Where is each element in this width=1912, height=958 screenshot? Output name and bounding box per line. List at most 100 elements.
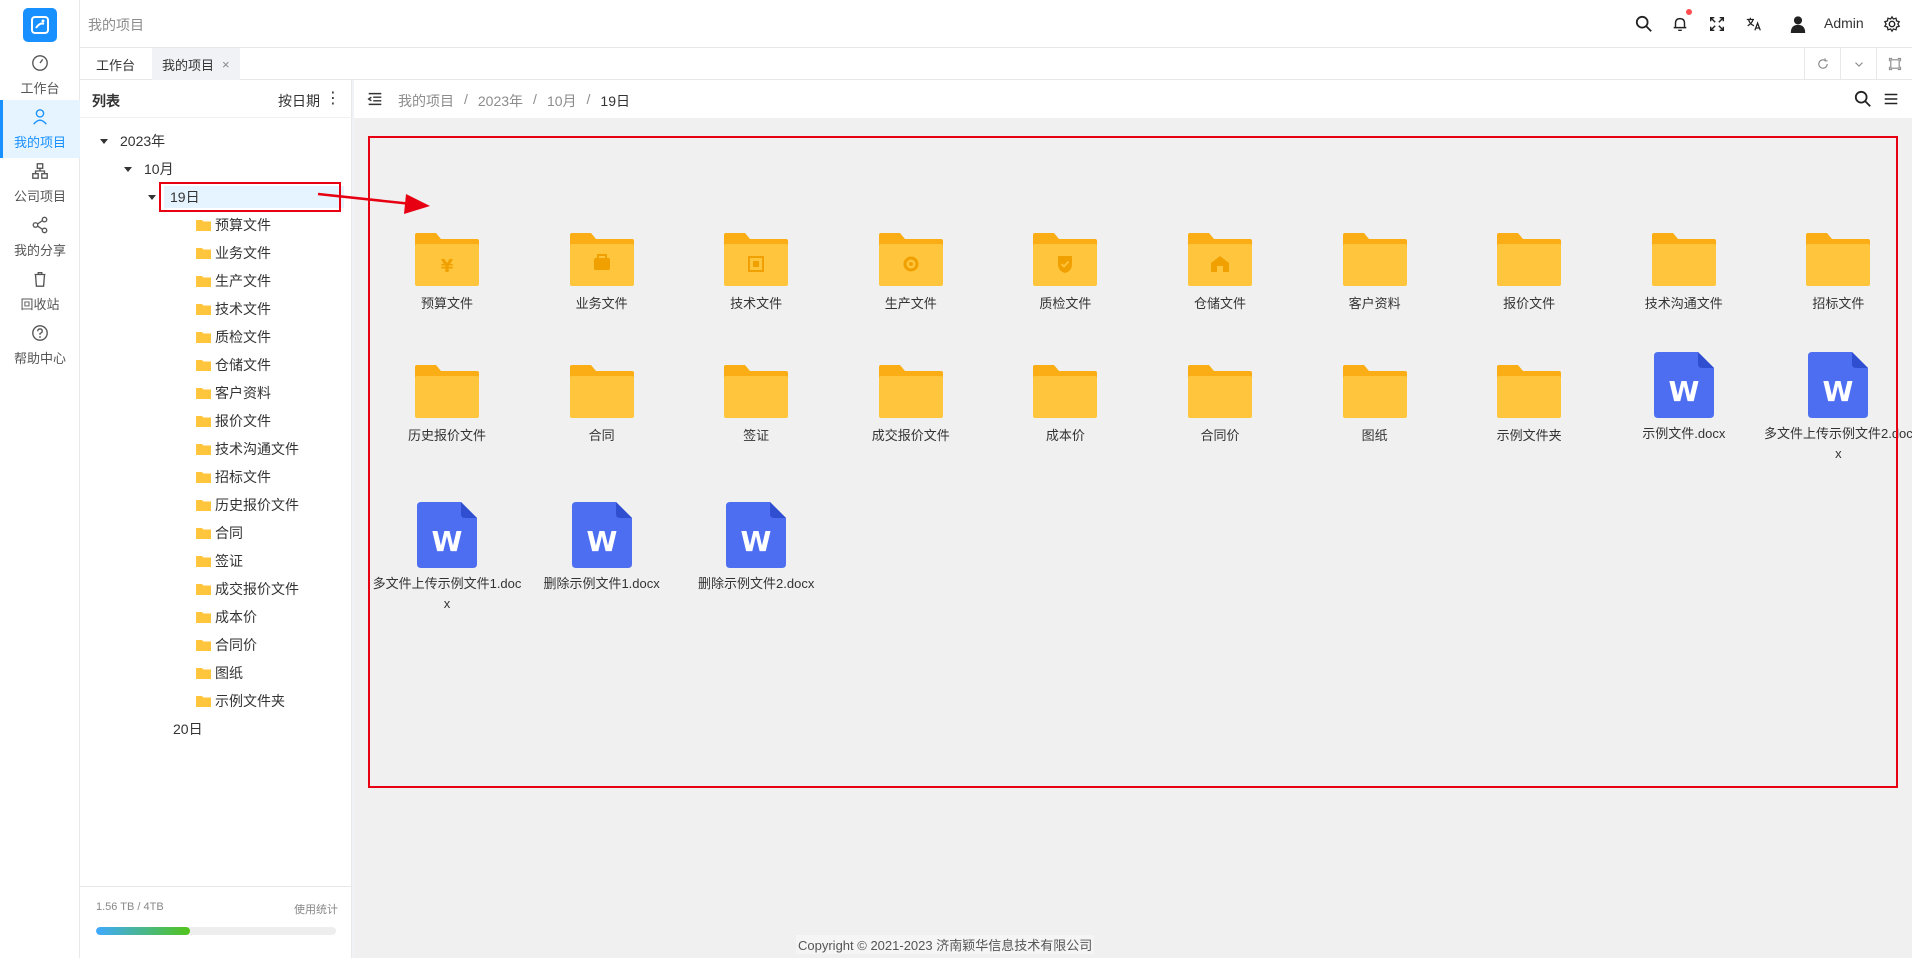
folder-item[interactable]: 质检文件 xyxy=(988,232,1142,314)
folder-item[interactable]: 图纸 xyxy=(1298,364,1452,446)
nav-item-recycle-bin[interactable]: 回收站 xyxy=(0,262,80,320)
tree-node-folder[interactable]: 历史报价文件 xyxy=(196,494,299,516)
folder-item[interactable]: 报价文件 xyxy=(1452,232,1606,314)
tree-node-day[interactable]: 20日 xyxy=(173,718,203,740)
tree-title: 列表 xyxy=(92,93,120,109)
folder-item[interactable]: 招标文件 xyxy=(1761,232,1912,314)
folder-icon xyxy=(196,220,211,231)
nav-item-help-center[interactable]: 帮助中心 xyxy=(0,316,80,374)
list-view-icon[interactable] xyxy=(1882,90,1900,108)
tree-node-folder[interactable]: 预算文件 xyxy=(196,214,271,236)
folder-item[interactable]: 生产文件 xyxy=(834,232,988,314)
settings-icon[interactable] xyxy=(1880,12,1904,36)
fullscreen-icon[interactable] xyxy=(1705,12,1729,36)
caret-down-icon[interactable] xyxy=(100,138,108,144)
tree-node-label: 2023年 xyxy=(120,133,166,149)
folder-icon xyxy=(196,528,211,539)
nav-item-company-projects[interactable]: 公司项目 xyxy=(0,154,80,212)
folder-icon xyxy=(196,668,211,679)
tree-node-folder[interactable]: 图纸 xyxy=(196,662,243,684)
item-label: 成交报价文件 xyxy=(871,428,950,443)
word-file-icon: W xyxy=(417,502,477,568)
maximize-button[interactable] xyxy=(1876,48,1912,80)
folder-item[interactable]: 成本价 xyxy=(988,364,1142,446)
tree-node-label: 签证 xyxy=(215,553,243,569)
breadcrumb: 我的项目 / 2023年 / 10月 / 19日 xyxy=(398,91,630,111)
tree-node-folder[interactable]: 招标文件 xyxy=(196,466,271,488)
folder-item[interactable]: 历史报价文件 xyxy=(370,364,524,446)
file-item[interactable]: W 删除示例文件1.docx xyxy=(525,502,679,594)
tree-node-folder[interactable]: 合同价 xyxy=(196,634,257,656)
folder-item[interactable]: 仓储文件 xyxy=(1143,232,1297,314)
tree-node-folder[interactable]: 成交报价文件 xyxy=(196,578,299,600)
folder-item[interactable]: 签证 xyxy=(679,364,833,446)
folder-item[interactable]: 示例文件夹 xyxy=(1452,364,1606,446)
tree-node-folder[interactable]: 签证 xyxy=(196,550,243,572)
nav-item-my-projects[interactable]: 我的项目 xyxy=(0,100,80,158)
tab-workbench[interactable]: 工作台 xyxy=(86,48,145,80)
avatar[interactable] xyxy=(1786,12,1810,36)
folder-item[interactable]: 技术沟通文件 xyxy=(1607,232,1761,314)
caret-down-icon[interactable] xyxy=(148,194,156,200)
tree-node-folder[interactable]: 合同 xyxy=(196,522,243,544)
tree-node-label: 成交报价文件 xyxy=(215,581,299,597)
folder-item[interactable]: 客户资料 xyxy=(1298,232,1452,314)
main-content: 我的项目 / 2023年 / 10月 / 19日 ¥ 预算文件 业务文件 技术文件 生产… xyxy=(354,80,1912,958)
folder-item[interactable]: ¥ 预算文件 xyxy=(370,232,524,314)
nav-item-my-share[interactable]: 我的分享 xyxy=(0,208,80,266)
folder-item[interactable]: 技术文件 xyxy=(679,232,833,314)
sort-by-date-button[interactable]: 按日期 xyxy=(278,91,320,111)
item-label: 合同 xyxy=(588,428,615,443)
tree-node-month[interactable]: 10月 xyxy=(124,158,174,180)
item-label: 客户资料 xyxy=(1348,296,1401,311)
file-item[interactable]: W 多文件上传示例文件2.docx xyxy=(1761,352,1912,464)
tree-node-folder[interactable]: 报价文件 xyxy=(196,410,271,432)
folder-item[interactable]: 业务文件 xyxy=(525,232,679,314)
usage-stats-link[interactable]: 使用统计 xyxy=(294,901,338,917)
storage-progress-fill xyxy=(96,927,190,935)
breadcrumb-item[interactable]: 2023年 xyxy=(478,91,523,111)
user-icon xyxy=(33,108,47,125)
tree-node-label: 成本价 xyxy=(215,609,257,625)
folder-icon xyxy=(1188,233,1252,286)
search-icon[interactable] xyxy=(1632,12,1656,36)
user-name[interactable]: Admin xyxy=(1824,15,1864,31)
app-logo[interactable] xyxy=(23,8,57,42)
tree-node-folder[interactable]: 成本价 xyxy=(196,606,257,628)
tab-my-projects[interactable]: 我的项目 × xyxy=(152,48,240,80)
bell-icon[interactable] xyxy=(1668,9,1692,36)
tree-node-folder[interactable]: 生产文件 xyxy=(196,270,271,292)
svg-text:W: W xyxy=(432,525,463,558)
folder-icon xyxy=(196,416,211,427)
tree-node-year[interactable]: 2023年 xyxy=(100,130,165,152)
tree-node-day-selected[interactable]: 19日 xyxy=(164,186,344,208)
translate-icon[interactable] xyxy=(1742,12,1766,36)
more-icon[interactable]: ⋮ xyxy=(325,88,341,108)
folder-item[interactable]: 合同价 xyxy=(1143,364,1297,446)
file-item[interactable]: W 多文件上传示例文件1.docx xyxy=(370,502,524,614)
breadcrumb-item[interactable]: 10月 xyxy=(547,91,577,111)
menu-fold-icon[interactable] xyxy=(366,90,384,108)
tree-node-folder[interactable]: 质检文件 xyxy=(196,326,271,348)
tree-node-folder[interactable]: 业务文件 xyxy=(196,242,271,264)
nav-item-workbench[interactable]: 工作台 xyxy=(0,46,80,104)
tree-node-folder[interactable]: 仓储文件 xyxy=(196,354,271,376)
folder-icon xyxy=(196,332,211,343)
close-icon[interactable]: × xyxy=(222,57,230,72)
caret-down-icon[interactable] xyxy=(124,166,132,172)
tree-node-label: 示例文件夹 xyxy=(215,693,285,709)
breadcrumb-item[interactable]: 我的项目 xyxy=(398,91,454,111)
file-item[interactable]: W 示例文件.docx xyxy=(1607,352,1761,444)
tree-node-folder[interactable]: 示例文件夹 xyxy=(196,690,285,712)
search-icon[interactable] xyxy=(1854,90,1872,108)
refresh-button[interactable] xyxy=(1804,48,1840,80)
folder-item[interactable]: 成交报价文件 xyxy=(834,364,988,446)
nav-item-label: 回收站 xyxy=(20,296,60,312)
tree-node-folder[interactable]: 技术沟通文件 xyxy=(196,438,299,460)
tree-node-label: 10月 xyxy=(144,161,174,177)
folder-item[interactable]: 合同 xyxy=(525,364,679,446)
tabs-dropdown-button[interactable] xyxy=(1840,48,1876,80)
file-item[interactable]: W 删除示例文件2.docx xyxy=(679,502,833,594)
tree-node-folder[interactable]: 客户资料 xyxy=(196,382,271,404)
tree-node-folder[interactable]: 技术文件 xyxy=(196,298,271,320)
